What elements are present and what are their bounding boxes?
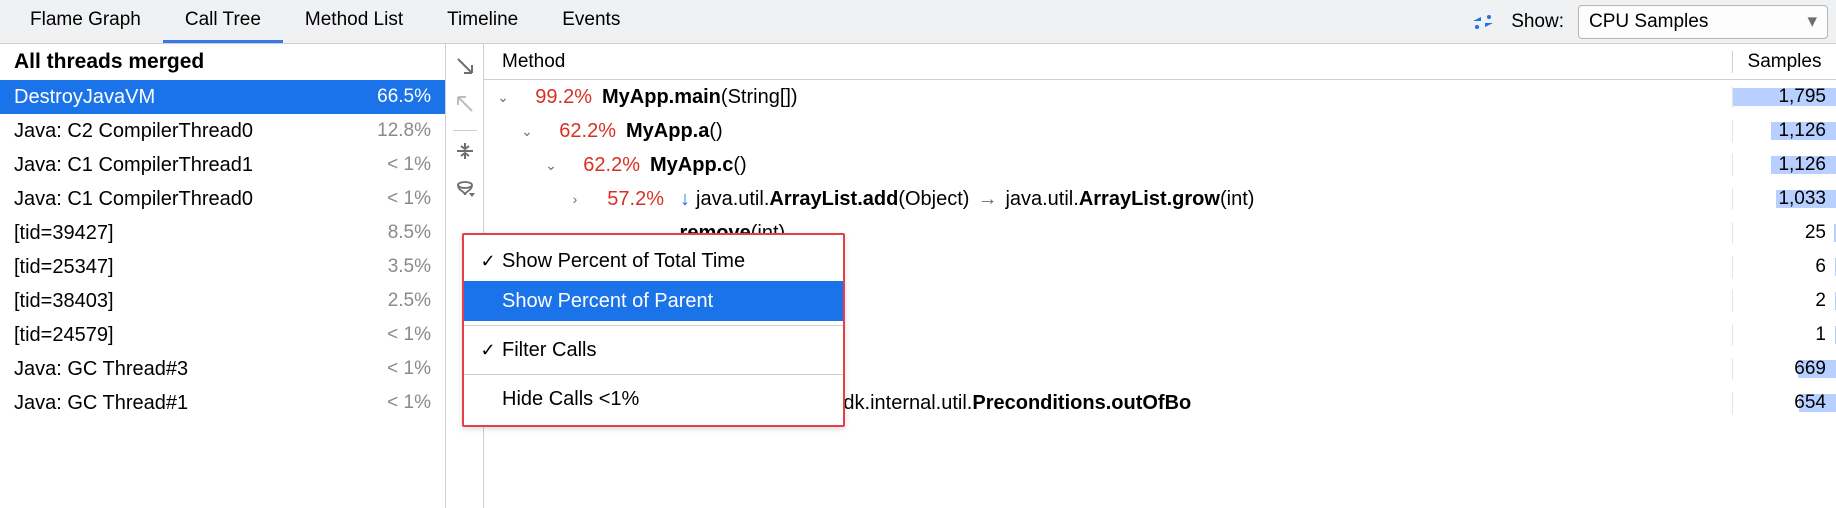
column-header-method[interactable]: Method [484, 51, 1732, 73]
menu-separator [464, 325, 843, 326]
samples-cell: 6 [1732, 256, 1836, 278]
chevron-down-icon[interactable]: ⌄ [542, 157, 560, 174]
chevron-right-icon[interactable]: › [566, 191, 584, 207]
menu-item[interactable]: ✓Filter Calls [464, 330, 843, 370]
tree-row[interactable]: › 57.2% ↓ java.util.ArrayList.add(Object) → j… [484, 182, 1836, 216]
thread-percent: < 1% [387, 358, 431, 380]
tab-flame-graph[interactable]: Flame Graph [8, 0, 163, 43]
thread-name: Java: C1 CompilerThread0 [14, 188, 253, 211]
thread-name: Java: GC Thread#1 [14, 392, 188, 415]
samples-cell: 1,126 [1732, 154, 1836, 176]
thread-name: Java: GC Thread#3 [14, 358, 188, 381]
menu-item-label: Filter Calls [502, 339, 596, 362]
main-layout: All threads merged DestroyJavaVM 66.5% Jav… [0, 44, 1836, 508]
check-icon: ✓ [474, 251, 502, 272]
samples-cell: 25 [1732, 222, 1836, 244]
tree-row[interactable]: ⌄ 99.2% MyApp.main(String[]) 1,795 [484, 80, 1836, 114]
show-select[interactable]: CPU Samples ▾ [1578, 5, 1828, 39]
tree-row[interactable]: ⌄ 62.2% MyApp.c() 1,126 [484, 148, 1836, 182]
call-percent: 99.2% [522, 86, 592, 109]
call-percent: 57.2% [594, 188, 664, 211]
check-icon: ✓ [474, 340, 502, 361]
samples-cell: 1,126 [1732, 120, 1836, 142]
show-label: Show: [1511, 11, 1564, 33]
thread-name: Java: C1 CompilerThread1 [14, 154, 253, 177]
thread-percent: < 1% [387, 154, 431, 176]
tree-header-row: Method Samples [484, 44, 1836, 80]
thread-percent: 2.5% [388, 290, 431, 312]
thread-name: [tid=25347] [14, 256, 114, 279]
tree-row[interactable]: ⌄ 62.2% MyApp.a() 1,126 [484, 114, 1836, 148]
expand-down-icon[interactable] [449, 50, 481, 82]
thread-percent: 8.5% [388, 222, 431, 244]
thread-percent: 12.8% [377, 120, 431, 142]
thread-name: [tid=24579] [14, 324, 114, 347]
menu-item-label: Show Percent of Parent [502, 290, 713, 313]
tab-call-tree[interactable]: Call Tree [163, 0, 283, 43]
samples-cell: 2 [1732, 290, 1836, 312]
threads-panel: All threads merged DestroyJavaVM 66.5% Jav… [0, 44, 446, 508]
thread-row[interactable]: [tid=38403] 2.5% [0, 284, 445, 318]
thread-percent: < 1% [387, 188, 431, 210]
chevron-down-icon[interactable]: ⌄ [518, 123, 536, 140]
samples-cell: 1,795 [1732, 86, 1836, 108]
menu-item-label: Hide Calls <1% [502, 388, 639, 411]
collapse-to-level-icon[interactable] [449, 135, 481, 167]
chevron-down-icon[interactable]: ⌄ [494, 89, 512, 106]
thread-row[interactable]: [tid=24579] < 1% [0, 318, 445, 352]
chevron-down-icon: ▾ [1807, 10, 1817, 33]
thread-row[interactable]: Java: C1 CompilerThread0 < 1% [0, 182, 445, 216]
recursion-down-icon: ↓ [680, 188, 690, 211]
threads-header: All threads merged [0, 44, 445, 80]
thread-row[interactable]: Java: C1 CompilerThread1 < 1% [0, 148, 445, 182]
thread-row[interactable]: Java: GC Thread#1 < 1% [0, 386, 445, 420]
thread-name: DestroyJavaVM [14, 86, 155, 109]
thread-name: [tid=38403] [14, 290, 114, 313]
collapse-up-icon[interactable] [449, 88, 481, 120]
tab-method-list[interactable]: Method List [283, 0, 425, 43]
method-signature: jdk.internal.util.Preconditions.outOfBo [839, 392, 1191, 415]
arrow-right-icon: → [977, 188, 997, 211]
view-tabs: Flame Graph Call Tree Method List Timeli… [8, 0, 642, 43]
samples-cell: 669 [1732, 358, 1836, 380]
call-percent: 62.2% [570, 154, 640, 177]
thread-row[interactable]: Java: GC Thread#3 < 1% [0, 352, 445, 386]
show-select-value: CPU Samples [1589, 11, 1708, 33]
thread-name: Java: C2 CompilerThread0 [14, 120, 253, 143]
thread-row[interactable]: DestroyJavaVM 66.5% [0, 80, 445, 114]
filter-icon[interactable] [449, 173, 481, 205]
samples-cell: 1 [1732, 324, 1836, 346]
thread-percent: < 1% [387, 324, 431, 346]
menu-item[interactable]: Hide Calls <1% [464, 379, 843, 419]
method-signature: MyApp.main(String[]) [602, 86, 798, 109]
samples-cell: 654 [1732, 392, 1836, 414]
column-header-samples[interactable]: Samples [1732, 51, 1836, 73]
percent-context-menu: ✓Show Percent of Total TimeShow Percent … [462, 233, 845, 427]
menu-item[interactable]: Show Percent of Parent [464, 281, 843, 321]
thread-row[interactable]: [tid=39427] 8.5% [0, 216, 445, 250]
samples-cell: 1,033 [1732, 188, 1836, 210]
menu-item-label: Show Percent of Total Time [502, 250, 745, 273]
tab-timeline[interactable]: Timeline [425, 0, 540, 43]
method-signature: MyApp.a() [626, 120, 723, 143]
call-percent: 62.2% [546, 120, 616, 143]
thread-name: [tid=39427] [14, 222, 114, 245]
menu-item[interactable]: ✓Show Percent of Total Time [464, 241, 843, 281]
profiler-topbar: Flame Graph Call Tree Method List Timeli… [0, 0, 1836, 44]
thread-row[interactable]: Java: C2 CompilerThread0 12.8% [0, 114, 445, 148]
thread-row[interactable]: [tid=25347] 3.5% [0, 250, 445, 284]
tab-events[interactable]: Events [540, 0, 642, 43]
thread-percent: 66.5% [377, 86, 431, 108]
method-signature: java.util.ArrayList.add(Object) [696, 188, 969, 211]
menu-separator [464, 374, 843, 375]
thread-percent: 3.5% [388, 256, 431, 278]
thread-percent: < 1% [387, 392, 431, 414]
method-signature: MyApp.c() [650, 154, 747, 177]
diff-icon[interactable] [1469, 10, 1497, 34]
method-signature: java.util.ArrayList.grow(int) [1005, 188, 1254, 211]
